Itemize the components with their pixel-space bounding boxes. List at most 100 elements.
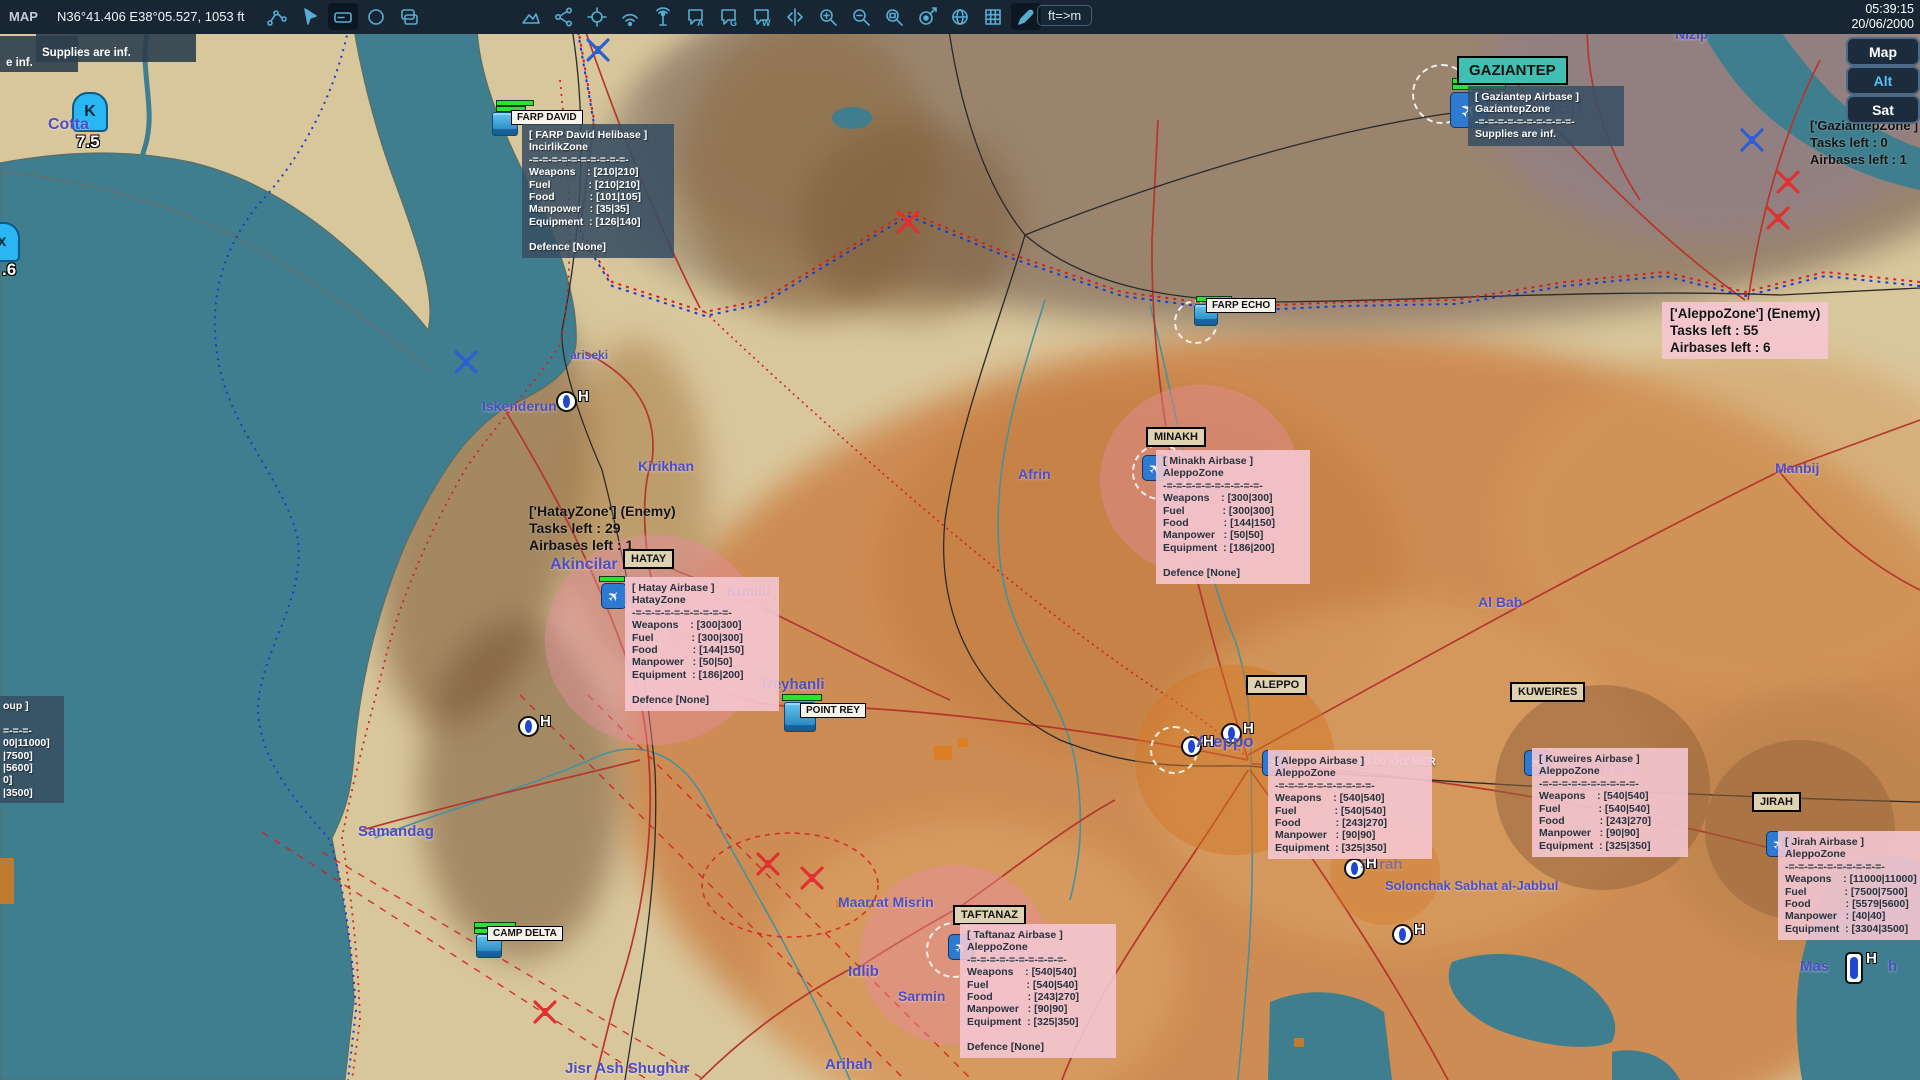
helicopter-icon-red[interactable] — [751, 847, 785, 881]
zoom-region-tool-icon[interactable] — [879, 3, 909, 30]
kuweires-info-panel: [ Kuweires Airbase ]AleppoZone-=-=-=-=-=… — [1532, 748, 1688, 857]
unit-x-value: .6 — [2, 260, 16, 280]
share-tool-icon[interactable] — [549, 3, 579, 30]
chat-a-tool-icon[interactable]: A — [681, 3, 711, 30]
zoom-out-tool-icon[interactable] — [846, 3, 876, 30]
unit-k-value: 7.5 — [76, 132, 100, 152]
unit-x-glyph: x — [0, 233, 6, 251]
map-label-akincilar: Akincilar — [550, 556, 618, 574]
camp-delta-label[interactable]: CAMP DELTA — [487, 926, 563, 941]
globe-tool-icon[interactable] — [945, 3, 975, 30]
lake-jabbul — [1449, 954, 1680, 1080]
helicopter-icon-red[interactable] — [1771, 165, 1805, 199]
crosshair-tool-icon[interactable] — [582, 3, 612, 30]
signal-tool-icon[interactable] — [615, 3, 645, 30]
kuweires-label[interactable]: KUWEIRES — [1510, 682, 1585, 702]
mirror-tool-icon[interactable] — [780, 3, 810, 30]
helicopter-icon-red[interactable] — [528, 995, 562, 1029]
map-label-afrin: Afrin — [1018, 466, 1051, 482]
map-label-mas: Mas — [1800, 958, 1829, 975]
route-tool-icon[interactable] — [262, 3, 292, 30]
helicopter-icon-blue[interactable] — [449, 345, 483, 379]
supplies-text: e inf. — [6, 57, 33, 69]
svg-text:A: A — [697, 18, 704, 28]
clock-display: 05:39:15 20/06/2000 — [1851, 2, 1914, 32]
map-mode-label: MAP — [9, 9, 38, 24]
jirah-info-panel: [ Jirah Airbase ]AleppoZone-=-=-=-=-=-=-… — [1778, 831, 1920, 940]
circle-tool-icon[interactable] — [361, 3, 391, 30]
point-rey-label[interactable]: POINT REY — [800, 703, 866, 718]
helipad-unit-marker[interactable] — [556, 391, 577, 412]
town-marker — [934, 746, 952, 760]
farp-echo-label[interactable]: FARP ECHO — [1206, 298, 1276, 313]
gaziantepzone-status: ['GaziantepZone']Tasks left : 0Airbases … — [1810, 117, 1918, 168]
cursor-coordinates: N36°41.406 E38°05.527, 1053 ft — [57, 9, 245, 24]
aleppo-label[interactable]: ALEPPO — [1246, 675, 1307, 695]
cursor-tool-icon[interactable] — [295, 3, 325, 30]
helipad-unit-marker[interactable] — [518, 716, 539, 737]
map-label-samandag: Samandag — [358, 823, 434, 840]
label-tool-icon[interactable] — [328, 3, 358, 30]
airplane-icon: ✈ — [604, 586, 624, 606]
helicopter-icon-red[interactable] — [795, 861, 829, 895]
map-label-manbij: Manbij — [1775, 460, 1819, 476]
map-canvas[interactable]: ✈ ✈ ✈ ✈ ✈ ✈ ✈ ✈ H H H H H H — [0, 0, 1920, 1080]
map-label-idlib: Idlib — [848, 963, 879, 980]
map-label-arihah: Arihah — [825, 1056, 873, 1073]
gaziantep-label[interactable]: GAZIANTEP — [1457, 56, 1568, 85]
town-marker — [0, 858, 14, 904]
minakh-label[interactable]: MINAKH — [1146, 427, 1206, 447]
dcs-f10-map-screen: ✈ ✈ ✈ ✈ ✈ ✈ ✈ ✈ H H H H H H — [0, 0, 1920, 1080]
helipad-unit-marker[interactable] — [1392, 924, 1413, 945]
chat-g-tool-icon[interactable]: G — [714, 3, 744, 30]
aleppo-info-panel: [ Aleppo Airbase ]AleppoZone-=-=-=-=-=-=… — [1268, 750, 1432, 859]
alt-view-button[interactable]: Alt — [1846, 66, 1920, 95]
layers-tool-icon[interactable] — [394, 3, 424, 30]
gaziantep-info-panel: [ Gaziantep Airbase ]GaziantepZone-=-=-=… — [1468, 86, 1624, 146]
map-label-iskenderun: Iskenderun — [482, 398, 557, 414]
unit-h-label: H — [1866, 950, 1877, 967]
unit-toggle-button[interactable]: ft=>m — [1037, 5, 1092, 26]
chat-w-tool-icon[interactable]: W — [747, 3, 777, 30]
hatay-info-panel: [ Hatay Airbase ]HatayZone-=-=-=-=-=-=-=… — [625, 577, 779, 711]
map-view-button[interactable]: Map — [1846, 37, 1920, 66]
hatay-airbase-icon[interactable]: ✈ — [601, 583, 627, 609]
svg-text:G: G — [730, 18, 737, 28]
minakh-info-panel: [ Minakh Airbase ]AleppoZone-=-=-=-=-=-=… — [1156, 450, 1310, 584]
helipad-unit-marker[interactable] — [1845, 952, 1863, 984]
helicopter-icon-red[interactable] — [891, 205, 925, 239]
zoom-in-tool-icon[interactable] — [813, 3, 843, 30]
unit-h-label: H — [578, 388, 589, 405]
lake-small-turkey — [832, 107, 872, 129]
helicopter-icon-red[interactable] — [1761, 201, 1795, 235]
helicopter-icon-blue[interactable] — [581, 33, 615, 67]
unit-dome-marker-x[interactable]: x — [0, 222, 20, 262]
town-marker — [1294, 1038, 1304, 1047]
helicopter-icon-blue[interactable] — [1735, 123, 1769, 157]
date-display: 20/06/2000 — [1851, 17, 1914, 32]
hatayzone-status: ['HatayZone'] (Enemy)Tasks left : 29Airb… — [529, 503, 676, 554]
map-label-jabbul: Solonchak Sabhat al-Jabbul — [1385, 878, 1558, 893]
map-label-kirikhan: Kirikhan — [638, 458, 694, 474]
svg-text:W: W — [762, 18, 771, 28]
lake-south-center — [1268, 992, 1392, 1080]
farp-david-label[interactable]: FARP DAVID — [511, 110, 583, 125]
aleppozone-status: ['AleppoZone'] (Enemy)Tasks left : 55Air… — [1662, 302, 1828, 359]
map-label-maarrat-misrin: Maarrat Misrin — [838, 894, 934, 910]
sea-mediterranean — [0, 0, 576, 1080]
unit-h-label: H — [540, 713, 551, 730]
grid-tool-icon[interactable] — [978, 3, 1008, 30]
jirah-label[interactable]: JIRAH — [1752, 792, 1801, 812]
time-display: 05:39:15 — [1851, 2, 1914, 17]
bullseye-tool-icon[interactable] — [912, 3, 942, 30]
antenna-tool-icon[interactable] — [648, 3, 678, 30]
terrain-tool-icon[interactable] — [516, 3, 546, 30]
sat-view-button[interactable]: Sat — [1846, 95, 1920, 124]
map-label-sarmin: Sarmin — [898, 988, 945, 1004]
unit-h-label: H — [1414, 921, 1425, 938]
unit-h-label: H — [1243, 720, 1254, 737]
taftanaz-label[interactable]: TAFTANAZ — [953, 905, 1026, 925]
left-group-info-panel: oup ] =-=-=-00|11000]|7500]|5600]0]|3500… — [0, 696, 64, 803]
unit-h-label: H — [1203, 733, 1214, 750]
map-label-mas-suffix: h — [1888, 958, 1897, 975]
